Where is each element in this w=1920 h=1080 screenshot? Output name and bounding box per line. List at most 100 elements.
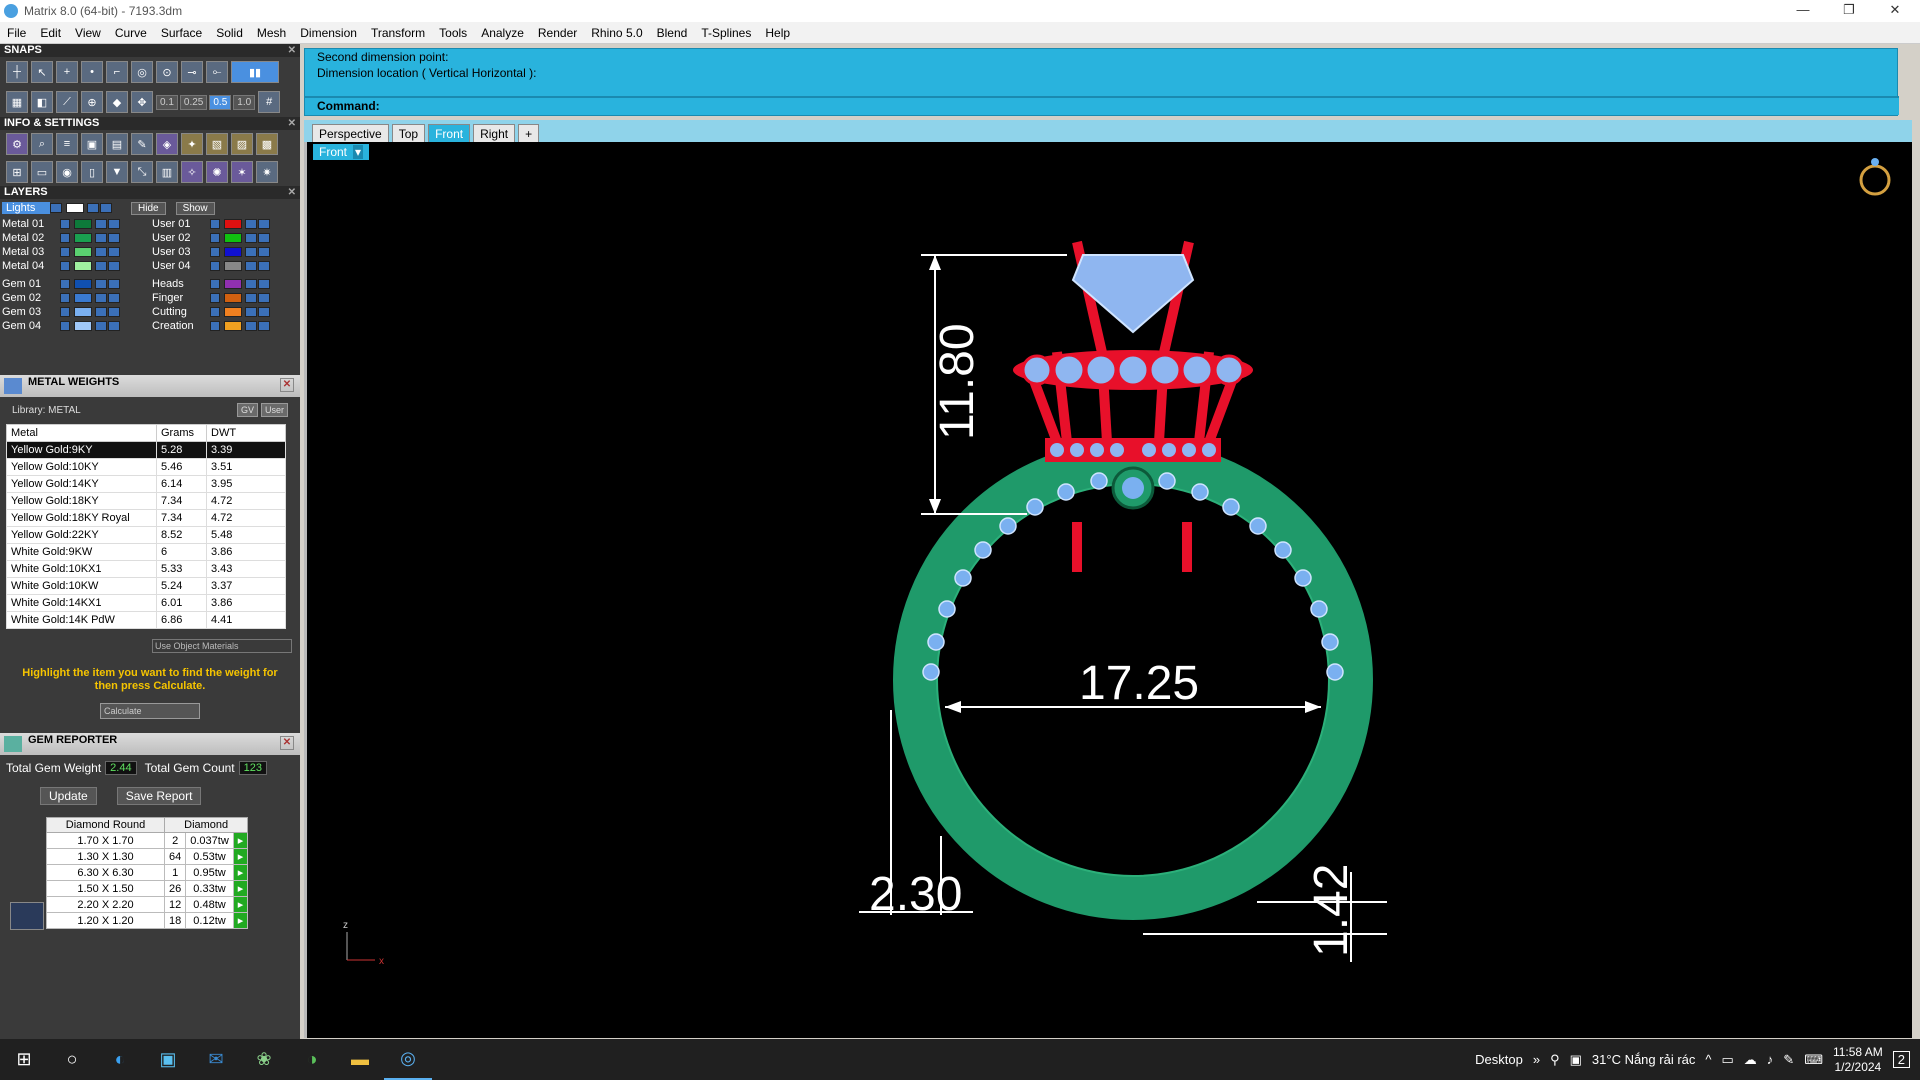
grid-settings-icon[interactable]: # [258, 91, 281, 113]
lights-layer[interactable]: Lights [2, 202, 50, 214]
tab-top[interactable]: Top [391, 124, 426, 142]
layer-color-swatch[interactable] [224, 261, 242, 271]
save-report-button[interactable]: Save Report [116, 787, 202, 805]
layer-expand-icon[interactable] [210, 219, 220, 229]
ring-icon[interactable] [1859, 164, 1891, 196]
viewports-icon[interactable]: ⊞ [6, 161, 28, 183]
col-grams[interactable]: Grams [156, 424, 207, 442]
table-row[interactable]: 1.50 X 1.50 26 0.33tw ▸ [46, 880, 249, 897]
layer-expand-icon[interactable] [60, 233, 70, 243]
snap-dist-0-5[interactable]: 0.5 [209, 94, 232, 110]
layer-lock-icon[interactable] [245, 293, 257, 303]
layer-color-swatch[interactable] [74, 293, 92, 303]
layer-color-swatch[interactable] [74, 321, 92, 331]
tool-d-icon[interactable]: ▩ [256, 133, 278, 155]
osnap-icon[interactable]: ⊕ [81, 91, 103, 113]
layer-color-swatch[interactable] [224, 279, 242, 289]
plane-icon[interactable]: ◧ [31, 91, 53, 113]
cube-icon[interactable]: ▣ [81, 133, 103, 155]
keyboard-icon[interactable]: ⌨ [1804, 1052, 1823, 1068]
tool-a-icon[interactable]: ✦ [181, 133, 203, 155]
layer-lock-icon[interactable] [245, 233, 257, 243]
material-icon[interactable]: ◈ [156, 133, 178, 155]
layer-visible-icon[interactable] [108, 279, 120, 289]
gumball-icon[interactable]: ✥ [131, 91, 153, 113]
layer-row[interactable]: Creation [152, 319, 271, 333]
table-row[interactable]: 2.20 X 2.20 12 0.48tw ▸ [46, 896, 249, 913]
snap-point-icon[interactable]: + [56, 61, 78, 83]
snap-cen-icon[interactable]: ⌐ [106, 61, 128, 83]
layer-visible-icon[interactable] [108, 321, 120, 331]
layers-close-icon[interactable]: ✕ [288, 186, 296, 199]
info-close-icon[interactable]: ✕ [288, 117, 296, 130]
maximize-button[interactable]: ❐ [1826, 0, 1872, 22]
layer-expand-icon[interactable] [60, 293, 70, 303]
table-row[interactable]: Yellow Gold:18KY 7.34 4.72 [6, 492, 286, 510]
menu-tools[interactable]: Tools [432, 26, 474, 40]
app-icon-2[interactable]: ◑ [288, 1039, 336, 1080]
layer-lock-icon[interactable] [95, 321, 107, 331]
hide-button[interactable]: Hide [131, 201, 166, 215]
grid-icon[interactable]: ▦ [6, 91, 28, 113]
layer-visible-icon[interactable] [100, 203, 112, 213]
update-button[interactable]: Update [40, 787, 97, 805]
layer-row[interactable]: Metal 02 [2, 231, 121, 245]
layer-expand-icon[interactable] [210, 307, 220, 317]
layer-row[interactable]: User 04 [152, 259, 271, 273]
layer-row[interactable]: Metal 03 [2, 245, 121, 259]
layer-row[interactable]: Gem 03 [2, 305, 121, 319]
table-row[interactable]: White Gold:10KW 5.24 3.37 [6, 577, 286, 595]
layer-expand-icon[interactable] [210, 233, 220, 243]
layer-expand-icon[interactable] [60, 247, 70, 257]
layer-color-swatch[interactable] [74, 307, 92, 317]
weather-icon[interactable]: ▣ [1570, 1052, 1582, 1068]
tab-perspective[interactable]: Perspective [312, 124, 389, 142]
close-button[interactable]: ✕ [1872, 0, 1918, 22]
table-row[interactable]: Yellow Gold:14KY 6.14 3.95 [6, 475, 286, 493]
display-icon[interactable]: ▭ [31, 161, 53, 183]
table-row[interactable]: White Gold:9KW 6 3.86 [6, 543, 286, 561]
layer-row[interactable]: Cutting [152, 305, 271, 319]
menu-help[interactable]: Help [758, 26, 797, 40]
layer-lock-icon[interactable] [95, 233, 107, 243]
layer-color-swatch[interactable] [74, 279, 92, 289]
layer-color-swatch[interactable] [224, 219, 242, 229]
search-icon[interactable]: ⌕ [31, 133, 53, 155]
box-icon[interactable]: ▯ [81, 161, 103, 183]
layer-color-swatch[interactable] [224, 321, 242, 331]
layer-lock-icon[interactable] [95, 293, 107, 303]
calculate-button[interactable]: Calculate [100, 703, 200, 719]
mail-icon[interactable]: ✉ [192, 1039, 240, 1080]
windows-start-icon[interactable]: ⊞ [0, 1039, 48, 1080]
layer-color-swatch[interactable] [66, 203, 84, 213]
menu-dimension[interactable]: Dimension [293, 26, 364, 40]
matrix-app-icon[interactable]: ◎ [384, 1039, 432, 1080]
layer-color-swatch[interactable] [74, 233, 92, 243]
layer-color-swatch[interactable] [224, 233, 242, 243]
ortho-icon[interactable]: ⟋ [56, 91, 78, 113]
layer-lock-icon[interactable] [245, 279, 257, 289]
layer-visible-icon[interactable] [258, 307, 270, 317]
menu-render[interactable]: Render [531, 26, 584, 40]
clock[interactable]: 11:58 AM 1/2/2024 [1833, 1045, 1883, 1075]
layer-row[interactable]: Gem 02 [2, 291, 121, 305]
tab-front[interactable]: Front [428, 124, 471, 142]
table-row[interactable]: Yellow Gold:22KY 8.52 5.48 [6, 526, 286, 544]
layer-lock-icon[interactable] [95, 307, 107, 317]
row-action-icon[interactable]: ▸ [232, 864, 249, 881]
layer-visible-icon[interactable] [108, 293, 120, 303]
row-action-icon[interactable]: ▸ [232, 832, 249, 849]
layer-visible-icon[interactable] [258, 293, 270, 303]
notification-icon[interactable]: 2 [1892, 1051, 1910, 1068]
layer-color-swatch[interactable] [74, 219, 92, 229]
render-icon[interactable]: ◉ [56, 161, 78, 183]
layer-color-swatch[interactable] [224, 293, 242, 303]
menu-blend[interactable]: Blend [650, 26, 695, 40]
snap-end-icon[interactable]: ┼ [6, 61, 28, 83]
layer-row[interactable]: Finger [152, 291, 271, 305]
gv-toggle[interactable]: GV [236, 403, 258, 417]
snap-int-icon[interactable]: ◎ [131, 61, 153, 83]
col-dwt[interactable]: DWT [206, 424, 286, 442]
table-row[interactable]: Yellow Gold:18KY Royal 7.34 4.72 [6, 509, 286, 527]
layer-color-swatch[interactable] [74, 247, 92, 257]
